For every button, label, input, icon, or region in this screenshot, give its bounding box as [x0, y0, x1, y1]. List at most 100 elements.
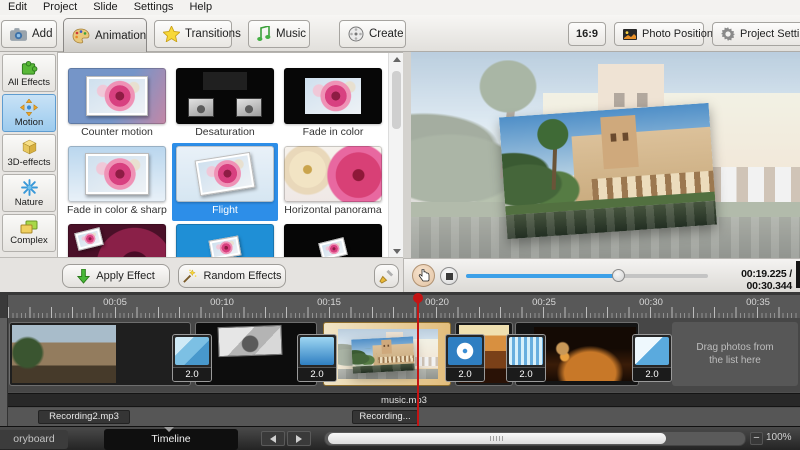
tab-create-label: Create	[369, 28, 404, 40]
scene-tower	[600, 115, 639, 169]
effect-item-row3-1[interactable]	[64, 221, 170, 257]
playhead-pin[interactable]	[413, 293, 423, 303]
scroll-down-icon[interactable]	[393, 249, 401, 254]
aspect-ratio-button[interactable]: 16:9	[568, 22, 606, 46]
move-icon	[20, 99, 38, 116]
tab-add[interactable]: Add	[1, 20, 57, 48]
tab-create[interactable]: Create	[339, 20, 406, 48]
apply-effect-button[interactable]: Apply Effect	[62, 264, 170, 288]
playback-bar: 00:19.225 / 00:30.344	[403, 258, 800, 292]
sidebar-item-nature[interactable]: Nature	[2, 174, 56, 212]
menu-help[interactable]: Help	[181, 0, 220, 15]
timeline-scrollbar-thumb[interactable]	[328, 433, 666, 444]
effect-item-fade-in-color[interactable]: Fade in color	[280, 65, 386, 143]
hand-cursor-icon	[418, 269, 430, 283]
effect-item-counter-motion[interactable]: Counter motion	[64, 65, 170, 143]
effects-scrollbar[interactable]	[388, 53, 403, 257]
timeline-ruler[interactable]: 00:05 00:10 00:15 00:20 00:25 00:30 00:3…	[0, 292, 800, 318]
stop-icon	[446, 273, 453, 280]
preview-canvas	[403, 52, 800, 258]
aspect-ratio-label: 16:9	[576, 28, 598, 40]
effect-item-desaturation[interactable]: Desaturation	[172, 65, 278, 143]
effect-thumbnail	[68, 224, 166, 257]
drag-photos-dropzone[interactable]: Drag photos from the list here	[672, 322, 798, 386]
project-settings-button[interactable]: Project Settings	[712, 22, 800, 46]
scroll-left-button[interactable]	[261, 431, 285, 446]
timeline-scrollbar[interactable]	[324, 431, 746, 446]
menu-project[interactable]: Project	[35, 0, 85, 15]
music-clip[interactable]: music.mp3	[8, 393, 800, 407]
project-settings-label: Project Settings	[740, 28, 800, 40]
voice-track-row: Recording2.mp3 Recording...	[0, 408, 800, 426]
photo-position-button[interactable]: Photo Position	[614, 22, 704, 46]
voice-clip-1[interactable]: Recording2.mp3	[38, 410, 130, 424]
tab-animation-label: Animation	[95, 30, 146, 42]
slide-1-photo	[12, 325, 116, 383]
transition-2[interactable]: 2.0	[297, 334, 337, 382]
scrollbar-thumb[interactable]	[392, 71, 401, 129]
random-effects-button[interactable]: Random Effects	[178, 264, 286, 288]
sidebar-item-3d-effects[interactable]: 3D-effects	[2, 134, 56, 172]
effect-label: Fade in color & sharpen	[67, 204, 167, 219]
ruler-ticks	[0, 307, 800, 318]
effect-item-horizontal-panorama[interactable]: Horizontal panorama	[280, 143, 386, 221]
menu-slide[interactable]: Slide	[85, 0, 125, 15]
sidebar-item-all-effects[interactable]: All Effects	[2, 54, 56, 92]
tab-animation[interactable]: Animation	[63, 18, 147, 52]
stop-button[interactable]	[440, 267, 458, 285]
drag-photos-hint: Drag photos from the list here	[692, 341, 778, 367]
film-reel-icon	[348, 26, 364, 42]
effects-grid: Counter motion Desaturation Fade in colo…	[64, 65, 388, 257]
snowflake-icon	[21, 179, 38, 196]
effect-label: Desaturation	[175, 126, 275, 141]
scene-tower	[381, 340, 392, 355]
palette-icon	[72, 28, 90, 44]
tab-timeline[interactable]: Timeline	[104, 429, 238, 450]
slide-3-selected[interactable]	[323, 322, 451, 386]
playhead-line[interactable]	[417, 297, 419, 426]
effect-thumbnail	[176, 224, 274, 257]
slider-progress	[466, 274, 619, 278]
effect-item-fade-sharpen[interactable]: Fade in color & sharpen	[64, 143, 170, 221]
brush-tool-button[interactable]	[374, 264, 399, 288]
tab-music[interactable]: Music	[248, 20, 310, 48]
tab-transitions[interactable]: Transitions	[154, 20, 232, 48]
scroll-right-button[interactable]	[287, 431, 311, 446]
effect-item-flight-selected[interactable]: Flight	[172, 143, 278, 221]
app-window: Edit Project Slide Settings Help Add Ani…	[0, 0, 800, 450]
thumb-photo	[195, 152, 256, 196]
slides-track-header	[0, 318, 8, 392]
sidebar-item-complex[interactable]: Complex	[2, 214, 56, 252]
menu-bar: Edit Project Slide Settings Help	[0, 0, 800, 15]
slide-1[interactable]	[9, 322, 191, 386]
voice-clip-2[interactable]: Recording...	[352, 410, 418, 424]
effect-thumbnail	[68, 146, 166, 202]
tab-add-label: Add	[32, 28, 52, 40]
transition-5[interactable]: 2.0	[632, 334, 672, 382]
transition-1[interactable]: 2.0	[172, 334, 212, 382]
time-display: 00:19.225 / 00:30.344	[700, 268, 792, 292]
effect-thumbnail	[68, 68, 166, 124]
transition-1-duration: 2.0	[173, 367, 211, 381]
transition-3[interactable]: 2.0	[445, 334, 485, 382]
menu-edit[interactable]: Edit	[0, 0, 35, 15]
play-pause-button[interactable]	[412, 264, 435, 287]
transition-2-duration: 2.0	[298, 367, 336, 381]
slides-track: 2.0 2.0 2.0 2.0 2.0 Drag photos from the…	[0, 318, 800, 392]
effect-item-row3-2[interactable]	[172, 221, 278, 257]
scroll-up-icon[interactable]	[393, 57, 401, 62]
zoom-out-button[interactable]: −	[750, 432, 763, 445]
star-icon	[163, 26, 180, 42]
playback-slider[interactable]	[466, 274, 708, 278]
menu-settings[interactable]: Settings	[126, 0, 182, 15]
effects-panel: Counter motion Desaturation Fade in colo…	[58, 52, 403, 257]
transition-4[interactable]: 2.0	[506, 334, 546, 382]
tab-storyboard[interactable]: oryboard	[0, 430, 68, 449]
sidebar-item-motion[interactable]: Motion	[2, 94, 56, 132]
window-edge-bar	[796, 261, 800, 288]
thumb-photo	[318, 237, 348, 257]
gray-photo	[188, 98, 214, 117]
effect-item-row3-3[interactable]	[280, 221, 386, 257]
cube-icon	[21, 139, 38, 156]
slider-thumb[interactable]	[612, 269, 625, 282]
